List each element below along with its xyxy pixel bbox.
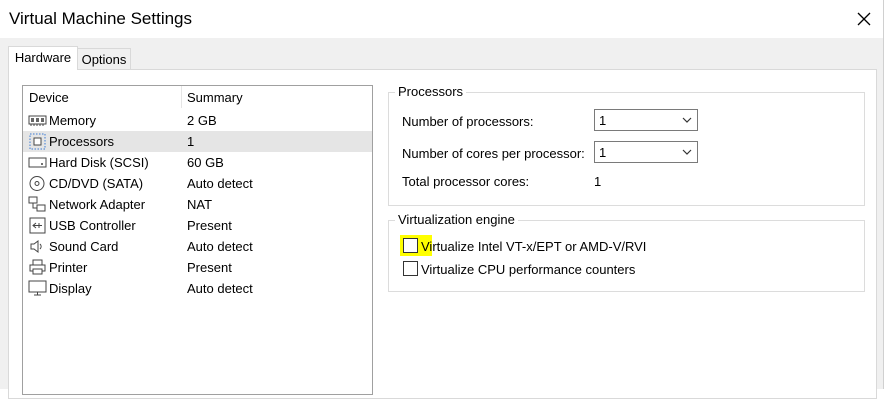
device-name: Display xyxy=(49,281,92,296)
virtualization-engine-group: Virtualization engine Virtualize Intel V… xyxy=(388,212,865,292)
tab-hardware[interactable]: Hardware xyxy=(8,46,78,70)
device-list[interactable]: Device Summary Memory 2 GB Processors 1 … xyxy=(22,85,373,395)
perf-counters-label[interactable]: Virtualize CPU performance counters xyxy=(421,262,635,277)
processors-group: Processors Number of processors: 1 Numbe… xyxy=(388,84,865,206)
virtual-machine-settings-window: Virtual Machine Settings Hardware Option… xyxy=(0,0,884,399)
list-header: Device Summary xyxy=(23,86,372,108)
device-row-usb-controller[interactable]: USB Controller Present xyxy=(23,215,372,236)
device-row-network-adapter[interactable]: Network Adapter NAT xyxy=(23,194,372,215)
cores-per-processor-select[interactable]: 1 xyxy=(594,141,698,163)
title-bar: Virtual Machine Settings xyxy=(0,0,883,38)
device-name: CD/DVD (SATA) xyxy=(49,176,144,191)
device-name: Network Adapter xyxy=(49,197,146,212)
sound-card-icon xyxy=(30,240,42,253)
dialog-content: Hardware Options Device Summary Memory 2… xyxy=(0,38,883,399)
display-icon xyxy=(28,280,47,296)
virtualization-group-label: Virtualization engine xyxy=(395,212,518,227)
device-row-memory[interactable]: Memory 2 GB xyxy=(23,110,372,131)
device-name: Processors xyxy=(49,134,115,149)
device-row-hard-disk[interactable]: Hard Disk (SCSI) 60 GB xyxy=(23,152,372,173)
num-processors-label: Number of processors: xyxy=(402,114,534,129)
network-adapter-icon xyxy=(28,196,46,212)
device-row-sound-card[interactable]: Sound Card Auto detect xyxy=(23,236,372,257)
device-summary: 1 xyxy=(187,134,195,149)
cores-per-processor-value: 1 xyxy=(599,145,607,160)
cores-per-processor-label: Number of cores per processor: xyxy=(402,146,585,161)
processor-icon xyxy=(29,133,46,150)
vtx-label[interactable]: Virtualize Intel VT-x/EPT or AMD-V/RVI xyxy=(421,239,646,254)
total-cores-value: 1 xyxy=(594,174,602,189)
num-processors-value: 1 xyxy=(599,113,607,128)
chevron-down-icon xyxy=(682,117,692,123)
total-cores-label: Total processor cores: xyxy=(402,174,530,189)
device-name: Sound Card xyxy=(49,239,119,254)
hardware-tab-panel: Device Summary Memory 2 GB Processors 1 … xyxy=(8,69,877,399)
device-summary: NAT xyxy=(187,197,213,212)
device-name: Hard Disk (SCSI) xyxy=(49,155,149,170)
processors-group-label: Processors xyxy=(395,84,467,99)
device-summary: Auto detect xyxy=(187,281,253,296)
column-divider[interactable] xyxy=(181,86,182,108)
printer-icon xyxy=(29,259,46,275)
cd-dvd-icon xyxy=(29,176,45,191)
device-row-processors[interactable]: Processors 1 xyxy=(23,131,372,152)
device-summary: Auto detect xyxy=(187,239,253,254)
device-name: Printer xyxy=(49,260,88,275)
device-summary: Present xyxy=(187,260,232,275)
device-summary: 60 GB xyxy=(187,155,224,170)
num-processors-select[interactable]: 1 xyxy=(594,109,698,131)
device-name: Memory xyxy=(49,113,96,128)
device-summary: 2 GB xyxy=(187,113,217,128)
tab-options[interactable]: Options xyxy=(78,48,131,70)
device-row-printer[interactable]: Printer Present xyxy=(23,257,372,278)
device-summary: Auto detect xyxy=(187,176,253,191)
close-button[interactable] xyxy=(846,0,883,38)
memory-icon xyxy=(28,115,47,126)
column-header-summary[interactable]: Summary xyxy=(187,90,243,105)
perf-counters-checkbox[interactable] xyxy=(403,261,418,276)
column-header-device[interactable]: Device xyxy=(29,90,69,105)
window-title: Virtual Machine Settings xyxy=(9,9,193,28)
chevron-down-icon xyxy=(682,149,692,155)
vtx-checkbox[interactable] xyxy=(403,238,418,253)
hard-disk-icon xyxy=(28,157,47,168)
device-summary: Present xyxy=(187,218,232,233)
usb-controller-icon xyxy=(29,217,46,234)
device-row-cd-dvd[interactable]: CD/DVD (SATA) Auto detect xyxy=(23,173,372,194)
device-name: USB Controller xyxy=(49,218,136,233)
device-row-display[interactable]: Display Auto detect xyxy=(23,278,372,299)
close-icon xyxy=(857,12,871,26)
